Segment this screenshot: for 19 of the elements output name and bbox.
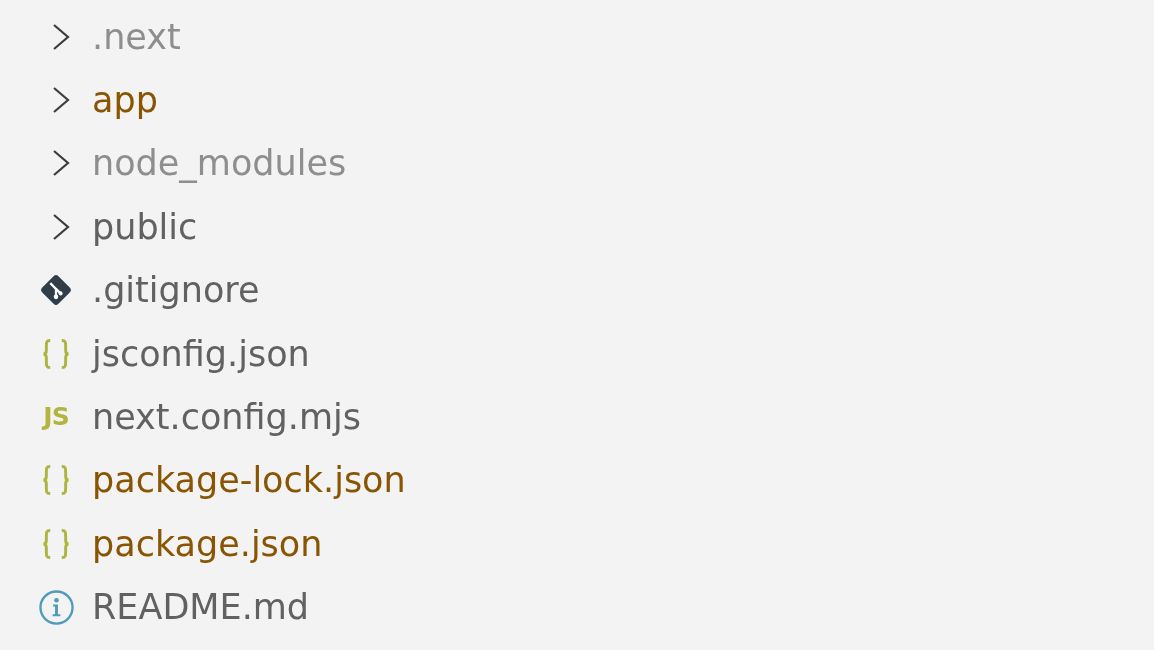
file-name[interactable]: README.md [92,586,310,629]
file-name[interactable]: package-lock.json [92,459,406,502]
braces-icon [42,337,70,370]
braces-icon [42,464,70,497]
file-name[interactable]: jsconfig.json [92,332,310,375]
chevron-right-icon[interactable] [52,22,70,51]
chevron-right-icon[interactable] [52,149,70,178]
folder-name[interactable]: public [92,205,198,248]
file-name[interactable]: next.config.mjs [92,396,361,439]
file-name[interactable]: package.json [92,522,323,565]
info-icon [38,589,74,625]
chevron-right-icon[interactable] [52,86,70,115]
chevron-right-icon[interactable] [52,212,70,241]
braces-icon [42,527,70,560]
folder-name[interactable]: .next [92,15,181,58]
folder-name[interactable]: node_modules [92,142,347,185]
folder-name[interactable]: app [92,79,158,122]
js-icon: JS [43,404,69,431]
file-name[interactable]: .gitignore [92,269,260,312]
